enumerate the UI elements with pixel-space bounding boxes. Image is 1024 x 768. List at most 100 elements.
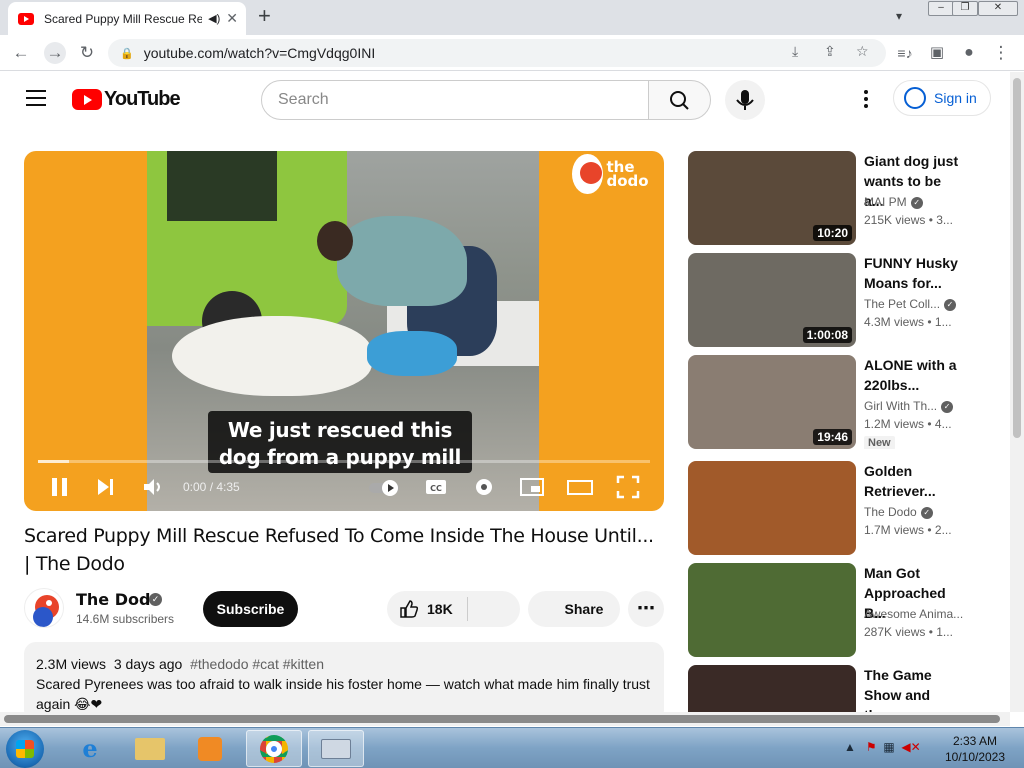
recommendation-channel[interactable]: The Pet Coll... ✓ — [864, 297, 957, 311]
like-divider — [467, 597, 468, 621]
caption-line-1: We just rescued this — [227, 418, 453, 442]
player-controls: 0:00 / 4:35 CC — [24, 467, 664, 507]
system-tray: ▲ ⚑ ▦ ◀✕ — [844, 740, 921, 754]
minimize-button[interactable]: – — [928, 1, 954, 16]
fullscreen-icon[interactable] — [616, 475, 640, 499]
settings-more-icon[interactable] — [856, 88, 876, 110]
recommendation-channel[interactable]: Awesome Anima... — [864, 607, 963, 621]
install-icon[interactable]: ⤓ — [792, 43, 798, 60]
description-box[interactable]: 2.3M views 3 days ago #thedodo #cat #kit… — [24, 642, 664, 722]
horizontal-scrollbar[interactable] — [0, 712, 1010, 726]
close-tab-icon[interactable]: ✕ — [226, 10, 238, 27]
media-control-icon[interactable]: ≡♪ — [894, 42, 916, 64]
verified-check-icon: ✓ — [149, 593, 162, 606]
recommendation-stats: 4.3M views • 1... — [864, 315, 952, 329]
description-meta: 2.3M views 3 days ago #thedodo #cat #kit… — [36, 654, 652, 674]
search-icon — [670, 91, 689, 110]
recommendation-channel[interactable]: The Dodo ✓ — [864, 505, 933, 519]
tab-search-chevron-icon[interactable]: ▾ — [896, 9, 902, 23]
recommendation-thumbnail[interactable]: 10:20 — [688, 151, 856, 245]
closed-captions-icon[interactable]: CC — [424, 475, 448, 499]
search-input[interactable]: Search — [261, 80, 649, 120]
chrome-icon[interactable] — [246, 730, 302, 767]
theater-mode-icon[interactable] — [567, 475, 593, 499]
video-caption: We just rescued this dog from a puppy mi… — [208, 411, 472, 473]
horizontal-scroll-thumb[interactable] — [4, 715, 1000, 723]
close-window-button[interactable]: ✕ — [978, 1, 1018, 16]
miniplayer-icon[interactable] — [520, 475, 544, 499]
new-tab-button[interactable]: + — [258, 5, 271, 27]
browser-tab-active[interactable]: Scared Puppy Mill Rescue Re ◀) ✕ — [8, 2, 246, 35]
video-player[interactable]: the dodo We just rescued this dog from a… — [24, 151, 664, 511]
clock-date: 10/10/2023 — [944, 750, 1006, 764]
start-button[interactable] — [6, 730, 44, 768]
side-panel-icon[interactable]: ▣ — [926, 42, 948, 64]
progress-fill — [38, 460, 69, 463]
recommendation-card[interactable]: 1:00:08 FUNNY Husky Moans for... The Pet Co… — [688, 253, 988, 347]
browser-menu-icon[interactable]: ⋮ — [990, 42, 1012, 64]
recommendation-title[interactable]: The GameShow and the... — [864, 665, 964, 712]
vertical-scrollbar[interactable] — [1010, 72, 1024, 712]
recommendation-card[interactable]: Man Got Approached B... Awesome Anima... 28… — [688, 563, 988, 657]
autoplay-toggle[interactable] — [368, 475, 402, 499]
voice-search-button[interactable] — [725, 80, 765, 120]
volume-muted-icon[interactable]: ◀✕ — [901, 740, 920, 754]
thumbs-up-icon[interactable] — [399, 599, 419, 619]
recommendation-channel[interactable]: Girl With Th... ✓ — [864, 399, 954, 413]
profile-icon[interactable]: ● — [958, 42, 980, 64]
media-player-icon[interactable] — [182, 730, 238, 767]
recommendation-card[interactable]: The GameShow and the... — [688, 665, 988, 712]
bookmark-star-icon[interactable]: ☆ — [856, 43, 869, 60]
next-icon[interactable] — [94, 475, 118, 499]
recommendation-thumbnail[interactable] — [688, 461, 856, 555]
more-actions-button[interactable]: ⋯ — [628, 591, 664, 627]
reload-icon[interactable]: ↻ — [76, 42, 98, 64]
search-button[interactable] — [648, 80, 711, 120]
volume-icon[interactable] — [141, 475, 165, 499]
on-screen-keyboard-icon[interactable] — [308, 730, 364, 767]
channel-avatar[interactable] — [24, 588, 64, 628]
share-label: Share — [564, 601, 604, 617]
share-page-icon[interactable]: ⇪ — [824, 43, 836, 60]
internet-explorer-icon[interactable]: e — [62, 730, 118, 767]
show-hidden-icons-icon[interactable]: ▲ — [844, 740, 856, 754]
settings-gear-icon[interactable] — [472, 475, 496, 499]
recommendation-channel[interactable]: MAI PM ✓ — [864, 195, 923, 209]
lock-icon[interactable]: 🔒 — [120, 47, 134, 60]
like-count[interactable]: 18K — [427, 601, 453, 617]
recommendation-thumbnail[interactable]: 1:00:08 — [688, 253, 856, 347]
recommendation-title[interactable]: Golden Retriever... — [864, 461, 964, 501]
watermark-text: the dodo — [606, 158, 649, 190]
recommendation-thumbnail[interactable] — [688, 665, 856, 712]
menu-hamburger-icon[interactable] — [26, 90, 46, 106]
progress-bar[interactable] — [38, 460, 650, 463]
network-icon[interactable]: ▦ — [883, 740, 894, 754]
recommendation-title[interactable]: FUNNY Husky Moans for... — [864, 253, 964, 293]
audio-playing-icon[interactable]: ◀) — [208, 12, 220, 25]
restore-button[interactable]: ❐ — [952, 1, 978, 16]
recommendation-card[interactable]: 10:20 Giant dog just wants to be a... MAI P… — [688, 151, 988, 245]
url-text: youtube.com/watch?v=CmgVdqg0INI — [143, 45, 376, 61]
verified-check-icon: ✓ — [941, 400, 954, 413]
dodo-bird-icon — [33, 595, 59, 627]
hashtags[interactable]: #thedodo #cat #kitten — [190, 656, 324, 672]
recommendation-card[interactable]: 19:46 ALONE with a 220lbs... Girl With Th..… — [688, 355, 988, 449]
youtube-wordmark: YouTube — [104, 88, 181, 110]
pause-icon[interactable] — [48, 475, 72, 499]
sign-in-button[interactable]: Sign in — [893, 80, 991, 116]
recommendation-thumbnail[interactable]: 19:46 — [688, 355, 856, 449]
recommendation-thumbnail[interactable] — [688, 563, 856, 657]
forward-icon[interactable]: → — [44, 42, 66, 64]
address-bar[interactable]: 🔒 youtube.com/watch?v=CmgVdqg0INI ⤓ ⇪ ☆ — [108, 39, 886, 67]
file-explorer-icon[interactable] — [122, 730, 178, 767]
recommendation-card[interactable]: Golden Retriever... The Dodo ✓ 1.7M views • … — [688, 461, 988, 555]
vertical-scroll-thumb[interactable] — [1013, 78, 1021, 438]
share-button[interactable]: Share — [528, 591, 620, 627]
system-clock[interactable]: 2:33 AM 10/10/2023 — [940, 733, 1010, 765]
back-icon[interactable]: ← — [10, 42, 32, 64]
subscribe-button[interactable]: Subscribe — [203, 591, 298, 627]
action-center-icon[interactable]: ⚑ — [866, 740, 877, 754]
recommendation-title[interactable]: ALONE with a 220lbs... — [864, 355, 964, 395]
youtube-logo[interactable]: YouTube — [72, 88, 181, 111]
thumbs-down-icon[interactable] — [479, 599, 509, 619]
